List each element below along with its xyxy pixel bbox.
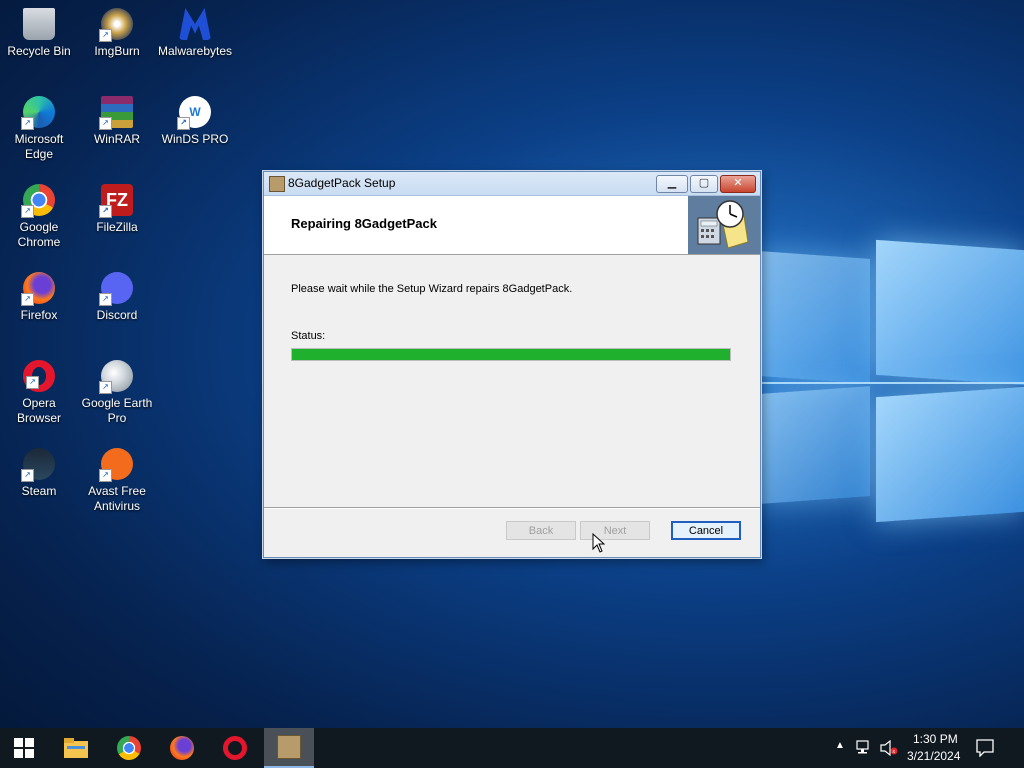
recycle-bin-icon [23, 8, 55, 40]
desktop-icon-firefox[interactable]: ↗ Firefox [0, 272, 78, 323]
icon-label: Microsoft Edge [14, 132, 64, 161]
desktop-icon-google-chrome[interactable]: ↗ Google Chrome [0, 184, 78, 250]
volume-muted-icon[interactable]: x [880, 740, 898, 756]
filezilla-icon: FZ ↗ [99, 184, 133, 218]
notification-icon[interactable] [976, 739, 994, 757]
gadget-banner-icon [688, 196, 760, 254]
desktop-icon-recycle-bin[interactable]: Recycle Bin [0, 8, 78, 59]
icon-label: ImgBurn [94, 44, 140, 58]
desktop-icon-opera-browser[interactable]: ↗ Opera Browser [0, 360, 78, 426]
taskbar-8gadgetpack-setup[interactable] [264, 728, 314, 768]
taskbar-file-explorer[interactable] [52, 728, 100, 768]
icon-label: Opera Browser [16, 396, 61, 425]
desktop-icon-steam[interactable]: ↗ Steam [0, 448, 78, 499]
desktop-icon-winrar[interactable]: ↗ WinRAR [78, 96, 156, 147]
file-explorer-icon [64, 738, 88, 758]
steam-icon: ↗ [21, 448, 55, 482]
winds-pro-icon: W ↗ [177, 96, 211, 130]
firefox-icon: ↗ [21, 272, 55, 306]
status-label: Status: [291, 330, 326, 342]
taskbar: ▲ x 1:30 PM 3/21/2024 [0, 728, 1024, 768]
opera-icon [223, 736, 247, 760]
progress-fill [292, 349, 730, 360]
desktop-icon-filezilla[interactable]: FZ ↗ FileZilla [78, 184, 156, 235]
opera-icon: ↗ [23, 360, 55, 392]
clock-date[interactable]: 3/21/2024 [907, 749, 960, 763]
show-hidden-icons-button[interactable]: ▲ [835, 740, 845, 751]
back-button[interactable]: Back [506, 521, 576, 540]
start-button[interactable] [0, 728, 48, 768]
desktop-icon-imgburn[interactable]: ↗ ImgBurn [78, 8, 156, 59]
network-icon[interactable] [856, 740, 874, 756]
dialog-title: 8GadgetPack Setup [288, 176, 396, 190]
desktop-icon-discord[interactable]: ↗ Discord [78, 272, 156, 323]
icon-label: Discord [96, 308, 138, 322]
desktop-icon-winds-pro[interactable]: W ↗ WinDS PRO [155, 96, 235, 147]
chrome-icon [117, 736, 141, 760]
cancel-button[interactable]: Cancel [671, 521, 741, 540]
google-earth-icon: ↗ [99, 360, 133, 394]
icon-label: Firefox [20, 308, 58, 322]
windows-start-icon [14, 738, 34, 758]
minimize-button[interactable]: ▁ [656, 175, 688, 193]
mouse-cursor-icon [592, 533, 605, 553]
setup-app-icon [277, 735, 301, 759]
close-button[interactable]: ✕ [720, 175, 756, 193]
icon-label: Steam [21, 484, 57, 498]
avast-icon: ↗ [99, 448, 133, 482]
dialog-header: Repairing 8GadgetPack [264, 196, 760, 255]
footer-separator [264, 507, 760, 509]
clock-time[interactable]: 1:30 PM [913, 732, 958, 746]
icon-label: Avast Free Antivirus [88, 484, 146, 513]
svg-text:x: x [892, 749, 895, 755]
desktop-icon-google-earth-pro[interactable]: ↗ Google Earth Pro [78, 360, 156, 426]
icon-label: FileZilla [96, 220, 138, 234]
icon-label: Recycle Bin [7, 44, 71, 58]
dialog-titlebar[interactable]: 8GadgetPack Setup ▁ ▢ ✕ [264, 172, 760, 196]
setup-app-icon [269, 176, 285, 192]
edge-icon: ↗ [21, 96, 55, 130]
imgburn-icon: ↗ [99, 8, 133, 42]
firefox-icon [170, 736, 194, 760]
maximize-button[interactable]: ▢ [690, 175, 718, 193]
winrar-icon: ↗ [99, 96, 133, 130]
icon-label: Malwarebytes [157, 44, 233, 58]
wizard-message: Please wait while the Setup Wizard repai… [291, 283, 573, 295]
setup-dialog: 8GadgetPack Setup ▁ ▢ ✕ Repairing 8Gadge… [263, 171, 761, 558]
icon-label: Google Chrome [17, 220, 61, 249]
discord-icon: ↗ [99, 272, 133, 306]
desktop-icon-malwarebytes[interactable]: Malwarebytes [155, 8, 235, 59]
next-button[interactable]: Next [580, 521, 650, 540]
desktop-icon-microsoft-edge[interactable]: ↗ Microsoft Edge [0, 96, 78, 162]
icon-label: Google Earth Pro [81, 396, 153, 425]
desktop-icon-avast[interactable]: ↗ Avast Free Antivirus [78, 448, 156, 514]
icon-label: WinRAR [93, 132, 140, 146]
taskbar-opera[interactable] [211, 728, 259, 768]
malwarebytes-icon [179, 8, 211, 40]
icon-label: WinDS PRO [161, 132, 229, 146]
taskbar-chrome[interactable] [105, 728, 153, 768]
chrome-icon: ↗ [21, 184, 55, 218]
header-title: Repairing 8GadgetPack [291, 216, 437, 231]
progress-bar [291, 348, 731, 361]
taskbar-firefox[interactable] [158, 728, 206, 768]
